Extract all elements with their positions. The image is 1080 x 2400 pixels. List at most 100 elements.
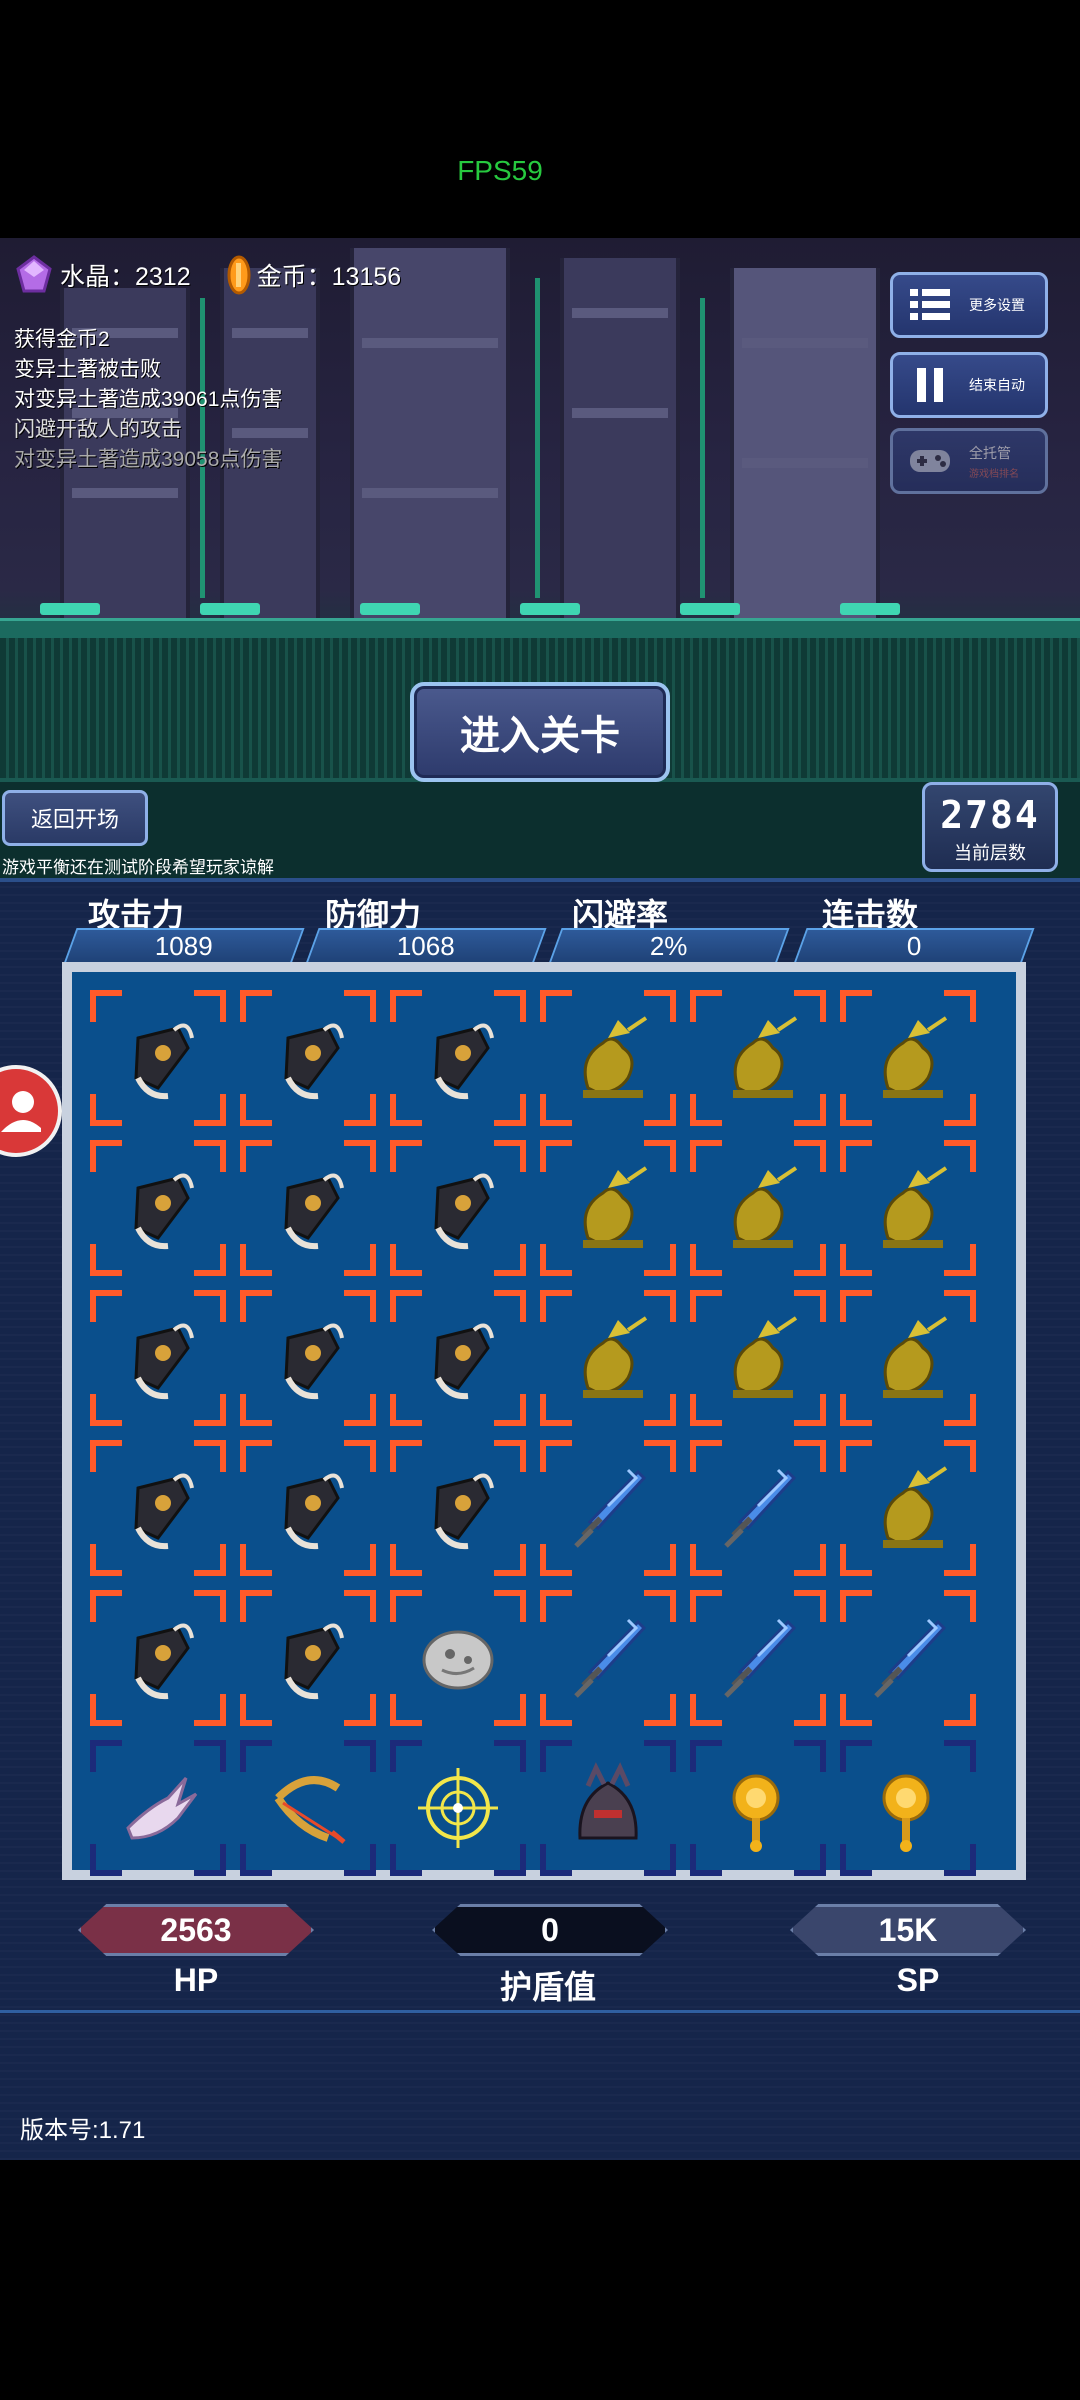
sword-icon [574, 1618, 647, 1698]
grid-cell[interactable] [90, 1590, 226, 1726]
target-icon [418, 1768, 498, 1848]
auto-play-text: 全托管 [969, 444, 1011, 461]
grid-cell[interactable] [540, 1140, 676, 1276]
claw-icon [126, 1776, 198, 1840]
grid-cell[interactable] [390, 1440, 526, 1576]
bag-icon [284, 1323, 344, 1400]
fps-counter: FPS59 [457, 155, 543, 186]
defense-value-box: 1068 [305, 928, 547, 964]
log-line: 变异土著被击败 [14, 358, 161, 381]
grid-cell[interactable] [540, 1440, 676, 1576]
grid-cell[interactable] [240, 1440, 376, 1576]
grid-cell[interactable] [240, 1590, 376, 1726]
grid-cell[interactable] [690, 1590, 826, 1726]
gamepad-icon [907, 438, 953, 484]
log-line: 闪避开敌人的攻击 [14, 418, 182, 441]
grid-cell[interactable] [90, 990, 226, 1126]
hp-label: HP [173, 1962, 219, 1998]
grid-cell[interactable] [840, 1140, 976, 1276]
auto-play-sub: 游戏档排名 [969, 468, 1019, 480]
sword-icon [724, 1468, 797, 1548]
user-icon [1, 1091, 41, 1132]
dragon-icon [883, 1016, 948, 1098]
bag-icon [284, 1173, 344, 1250]
dragon-icon [883, 1316, 948, 1398]
grid-cell[interactable] [90, 1290, 226, 1426]
grid-cell[interactable] [90, 1140, 226, 1276]
pause-icon [907, 362, 953, 408]
grid-cell[interactable] [690, 1290, 826, 1426]
battle-log: 获得金币2 变异土著被击败 对变异土著造成39061点伤害 闪避开敌人的攻击 对… [14, 325, 282, 475]
back-to-start-button[interactable]: 返回开场 [2, 790, 148, 846]
hp-bar: 2563 [78, 1904, 314, 1956]
grid-cell[interactable] [540, 1290, 676, 1426]
dodge-value-box: 2% [548, 928, 790, 964]
grid-cell[interactable] [540, 1590, 676, 1726]
bag-icon [134, 1473, 194, 1550]
grid-cell[interactable] [390, 1590, 526, 1726]
bag-icon [434, 1473, 494, 1550]
combo-value: 0 [906, 930, 922, 961]
end-auto-button[interactable]: 结束自动 [890, 352, 1048, 418]
grid-cell[interactable] [240, 1140, 376, 1276]
grid-cell[interactable] [390, 1140, 526, 1276]
sword-icon [574, 1468, 647, 1548]
grid-cell[interactable] [240, 1290, 376, 1426]
grid-cell[interactable] [540, 990, 676, 1126]
grid-cell[interactable] [240, 990, 376, 1126]
log-line: 获得金币2 [14, 328, 110, 351]
helmet-icon [578, 1762, 638, 1840]
game-screen: { "fps": "FPS59", "resources": { "crysta… [0, 0, 1080, 2400]
bag-icon [134, 1323, 194, 1400]
dragon-icon [733, 1016, 798, 1098]
menu-list-icon [907, 282, 953, 328]
bag-icon [284, 1473, 344, 1550]
more-settings-button[interactable]: 更多设置 [890, 272, 1048, 338]
grid-cell[interactable] [90, 1740, 226, 1876]
bag-icon [134, 1023, 194, 1100]
sp-value: 15K [878, 1911, 938, 1948]
bag-icon [134, 1173, 194, 1250]
bow-icon [274, 1776, 346, 1844]
gold-count: 金币：13156 [256, 263, 402, 291]
stone-icon [422, 1630, 494, 1690]
dragon-icon [883, 1166, 948, 1248]
grid-cell[interactable] [840, 990, 976, 1126]
grid-cell[interactable] [390, 1290, 526, 1426]
log-line: 对变异土著造成39058点伤害 [14, 448, 283, 471]
grid-cell[interactable] [690, 990, 826, 1126]
grid-cell[interactable] [690, 1440, 826, 1576]
sword-icon [724, 1618, 797, 1698]
grid-cell[interactable] [840, 1590, 976, 1726]
floor-caption: 当前层数 [954, 843, 1026, 863]
resource-bar: 水晶：2312 金币：13156 [14, 255, 401, 295]
bag-icon [434, 1323, 494, 1400]
defense-value: 1068 [397, 930, 455, 961]
bag-icon [434, 1173, 494, 1250]
enter-stage-button[interactable]: 进入关卡 [410, 682, 670, 782]
grid-cell[interactable] [840, 1290, 976, 1426]
sword-icon [874, 1618, 947, 1698]
grid-cell[interactable] [840, 1740, 976, 1876]
dragon-icon [583, 1316, 648, 1398]
grid-cell[interactable] [690, 1140, 826, 1276]
bag-icon [434, 1023, 494, 1100]
crystal-icon [16, 255, 52, 293]
dragon-icon [883, 1466, 948, 1548]
grid-cell[interactable] [840, 1440, 976, 1576]
bag-icon [284, 1023, 344, 1100]
dragon-icon [583, 1166, 648, 1248]
grid-cell[interactable] [240, 1740, 376, 1876]
grid-cell[interactable] [90, 1440, 226, 1576]
sp-bar: 15K [790, 1904, 1026, 1956]
grid-cell[interactable] [690, 1740, 826, 1876]
dragon-icon [733, 1316, 798, 1398]
hp-value: 2563 [160, 1911, 232, 1948]
auto-play-button[interactable]: 全托管 游戏档排名 [890, 428, 1048, 494]
grid-cell[interactable] [540, 1740, 676, 1876]
combo-value-box: 0 [793, 928, 1035, 964]
mace-icon [882, 1774, 930, 1852]
grid-cell[interactable] [390, 1740, 526, 1876]
floor-number: 2784 [940, 793, 1040, 837]
grid-cell[interactable] [390, 990, 526, 1126]
